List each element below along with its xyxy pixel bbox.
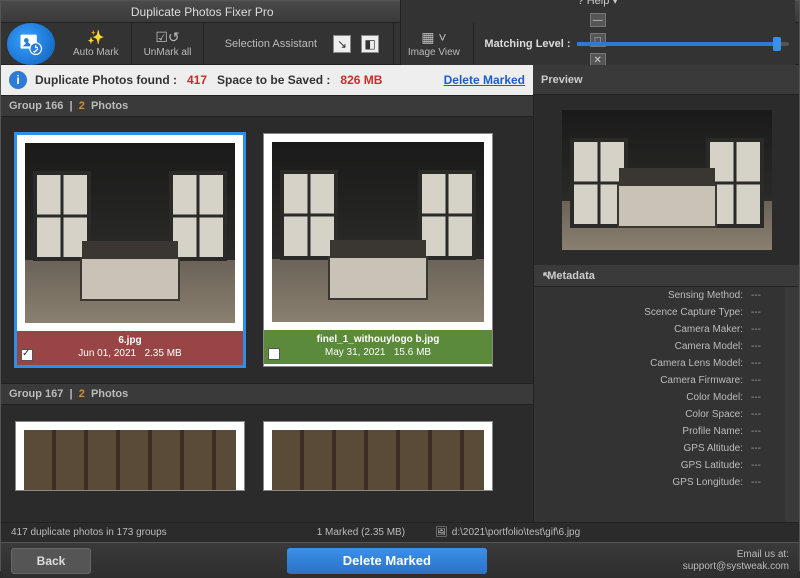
unmark-icon: ☑↺ [155, 29, 179, 45]
scrollbar[interactable] [785, 287, 799, 522]
meta-row: Color Model:--- [534, 389, 799, 406]
preview-pane [534, 95, 799, 265]
info-icon: i [9, 71, 27, 89]
group-167-thumbs [1, 405, 533, 507]
auto-mark-label: Auto Mark [73, 47, 119, 58]
meta-row: Camera Model:--- [534, 338, 799, 355]
metadata-header: ↖Metadata [534, 265, 799, 287]
help-link[interactable]: ? Help ▾ [578, 0, 618, 7]
space-value: 826 MB [340, 73, 382, 87]
bottom-bar: Back Delete Marked Email us at: support@… [1, 542, 799, 578]
selection-assistant: Selection Assistant ↘ ◧ [204, 23, 394, 64]
meta-row: Camera Lens Model:--- [534, 355, 799, 372]
auto-mark-button[interactable]: ✨ Auto Mark [61, 23, 132, 64]
thumb-caption: 6.jpg Jun 01, 2021 2.35 MB [17, 331, 243, 365]
unmark-all-label: UnMark all [144, 47, 192, 58]
preview-header: Preview [533, 65, 799, 95]
file-icon: 🖼 [435, 527, 448, 538]
thumb-image [272, 142, 484, 322]
meta-row: GPS Latitude:--- [534, 457, 799, 474]
thumb-caption: finel_1_withouylogo b.jpg May 31, 2021 1… [264, 330, 492, 364]
unmark-all-button[interactable]: ☑↺ UnMark all [132, 23, 205, 64]
meta-row: Color Space:--- [534, 406, 799, 423]
thumb-image [272, 430, 484, 491]
delete-marked-button[interactable]: Delete Marked [287, 548, 487, 574]
assist-tool-2[interactable]: ◧ [361, 35, 379, 53]
main-area: Group 166 | 2 Photos 6.jpg Jun 01, 2021 … [1, 95, 799, 522]
assist-tool-1[interactable]: ↘ [333, 35, 351, 53]
group-header-166[interactable]: Group 166 | 2 Photos [1, 95, 533, 117]
wand-icon: ✨ [87, 29, 104, 45]
meta-row: Camera Firmware:--- [534, 372, 799, 389]
results-pane: Group 166 | 2 Photos 6.jpg Jun 01, 2021 … [1, 95, 533, 522]
group-header-167[interactable]: Group 167 | 2 Photos [1, 383, 533, 405]
image-view-button[interactable]: ▦ ˅ Image View [394, 23, 474, 64]
matching-level-label: Matching Level : [484, 38, 570, 50]
status-bar: 417 duplicate photos in 173 groups 1 Mar… [1, 522, 799, 542]
side-panel: ↖Metadata Sensing Method:--- Scence Capt… [533, 95, 799, 522]
thumb-card[interactable] [15, 421, 245, 491]
meta-row: Scence Capture Type:--- [534, 304, 799, 321]
group-166-thumbs: 6.jpg Jun 01, 2021 2.35 MB finel_1_witho… [1, 117, 533, 383]
thumb-checkbox[interactable] [21, 349, 33, 361]
space-label: Space to be Saved : [217, 73, 330, 87]
titlebar: Duplicate Photos Fixer Pro 🇺🇸▾ ⚙ Setting… [1, 1, 799, 23]
thumb-card[interactable]: finel_1_withouylogo b.jpg May 31, 2021 1… [263, 133, 493, 367]
image-view-label: Image View [408, 47, 460, 58]
email-info: Email us at: support@systweak.com [683, 549, 789, 573]
app-title: Duplicate Photos Fixer Pro [5, 5, 400, 19]
info-bar: i Duplicate Photos found : 417 Space to … [1, 65, 533, 95]
matching-slider[interactable] [577, 42, 789, 46]
minimize-button[interactable]: — [590, 13, 606, 27]
meta-row: GPS Longitude:--- [534, 474, 799, 491]
status-marked: 1 Marked (2.35 MB) [317, 527, 405, 538]
back-button[interactable]: Back [11, 548, 91, 574]
app-logo [7, 23, 55, 65]
metadata-list: Sensing Method:--- Scence Capture Type:-… [534, 287, 799, 522]
status-summary: 417 duplicate photos in 173 groups [11, 527, 167, 538]
thumb-image [24, 430, 236, 491]
thumb-card[interactable]: 6.jpg Jun 01, 2021 2.35 MB [15, 133, 245, 367]
delete-marked-link[interactable]: Delete Marked [444, 73, 525, 87]
meta-row: Camera Maker:--- [534, 321, 799, 338]
matching-level: Matching Level : [474, 38, 799, 50]
meta-row: Profile Name:--- [534, 423, 799, 440]
thumb-image [25, 143, 235, 323]
thumb-card[interactable] [263, 421, 493, 491]
meta-row: Sensing Method:--- [534, 287, 799, 304]
dup-count: 417 [187, 73, 207, 87]
meta-row: GPS Altitude:--- [534, 440, 799, 457]
selection-assistant-label: Selection Assistant [217, 38, 325, 50]
grid-icon: ▦ ˅ [421, 29, 446, 45]
thumb-checkbox[interactable] [268, 348, 280, 360]
status-path: 🖼 d:\2021\portfolio\test\gif\6.jpg [435, 527, 580, 538]
dup-label: Duplicate Photos found : [35, 73, 177, 87]
